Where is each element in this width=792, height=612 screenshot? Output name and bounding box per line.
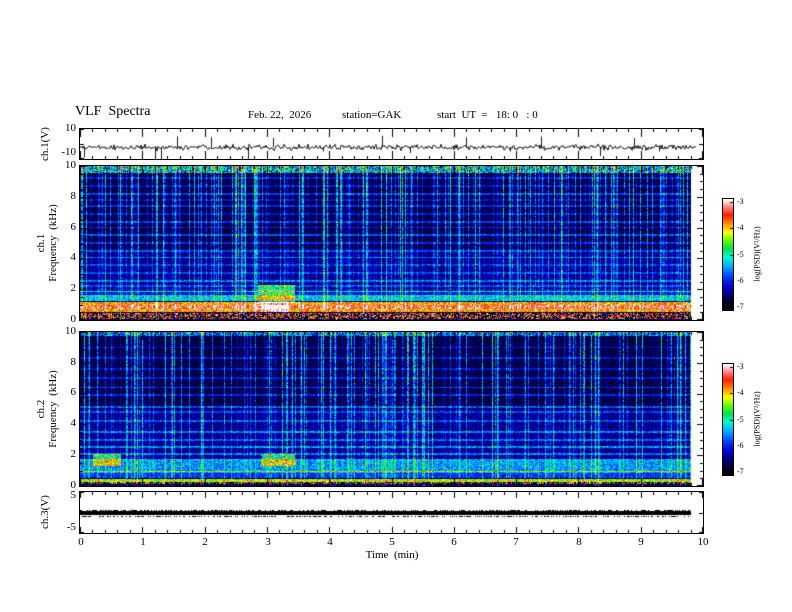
ch3-waveform-panel bbox=[79, 491, 704, 534]
plot-station: station=GAK bbox=[342, 109, 402, 121]
plot-title: VLF Spectra bbox=[75, 104, 151, 119]
ch1-spectrogram-canvas bbox=[80, 166, 703, 320]
cb1-tick-4: -7 bbox=[737, 302, 744, 311]
cb2-tick-3: -6 bbox=[737, 441, 744, 450]
xtick-5: 5 bbox=[389, 536, 395, 548]
colorbar1-canvas bbox=[723, 199, 733, 310]
xtick-3: 3 bbox=[265, 536, 271, 548]
colorbar2 bbox=[722, 363, 734, 476]
plot-start-ut: start UT = 18: 0 : 0 bbox=[437, 109, 538, 121]
cb1-tick-3: -6 bbox=[737, 276, 744, 285]
colorbar1 bbox=[722, 198, 734, 311]
spec2-ytick-10: 10 bbox=[65, 325, 76, 337]
xtick-9: 9 bbox=[638, 536, 644, 548]
xtick-6: 6 bbox=[451, 536, 457, 548]
xtick-10: 10 bbox=[697, 536, 709, 548]
ch1-spec-axis-title-line1: ch.1 bbox=[35, 233, 47, 253]
xtick-2: 2 bbox=[202, 536, 208, 548]
ch2-spectrogram-panel bbox=[79, 331, 704, 487]
plot-date: Feb. 22, 2026 bbox=[248, 109, 312, 121]
ch3-waveform-canvas bbox=[80, 492, 703, 533]
ch2-spec-axis-title-line2: Frequency (kHz) bbox=[47, 370, 59, 448]
spec1-ytick-8: 8 bbox=[70, 190, 77, 202]
spec2-ytick-8: 8 bbox=[70, 356, 77, 368]
xtick-0: 0 bbox=[78, 536, 84, 548]
cb2-tick-1: -4 bbox=[737, 388, 744, 397]
time-axis-title: Time (min) bbox=[365, 549, 419, 561]
xtick-8: 8 bbox=[576, 536, 582, 548]
ch1-waveform-panel bbox=[79, 128, 704, 160]
xtick-1: 1 bbox=[140, 536, 146, 548]
vlf-spectra-figure: VLF Spectra Feb. 22, 2026 station=GAK st… bbox=[0, 0, 792, 612]
xtick-7: 7 bbox=[513, 536, 519, 548]
ch1-spec-axis-title-line2: Frequency (kHz) bbox=[47, 204, 59, 282]
colorbar2-label: log(PSD)(V²/Hz) bbox=[752, 391, 762, 447]
cb1-tick-0: -3 bbox=[737, 197, 744, 206]
colorbar2-canvas bbox=[723, 364, 733, 475]
ch1-waveform-canvas bbox=[80, 129, 703, 159]
spec1-ytick-10: 10 bbox=[65, 159, 76, 171]
ch2-spec-axis-title-line1: ch.2 bbox=[35, 399, 47, 419]
xtick-4: 4 bbox=[327, 536, 333, 548]
spec1-ytick-0: 0 bbox=[70, 313, 77, 325]
spec2-ytick-2: 2 bbox=[70, 448, 77, 460]
cb1-tick-1: -4 bbox=[737, 223, 744, 232]
cb2-tick-2: -5 bbox=[737, 415, 744, 424]
ch1-wave-axis-title: ch.1(V) bbox=[39, 127, 51, 161]
ch1-spectrogram-panel bbox=[79, 165, 704, 321]
ch3-axis-title: ch.3(V) bbox=[39, 495, 51, 529]
cb2-tick-4: -7 bbox=[737, 467, 744, 476]
spec1-ytick-2: 2 bbox=[70, 282, 77, 294]
cb2-tick-0: -3 bbox=[737, 362, 744, 371]
cb1-tick-2: -5 bbox=[737, 250, 744, 259]
ch2-spectrogram-canvas bbox=[80, 332, 703, 486]
colorbar1-label: log(PSD)(V²/Hz) bbox=[752, 226, 762, 282]
ch2-spec-axis-title: ch.2 Frequency (kHz) bbox=[35, 370, 59, 448]
ch1-spec-axis-title: ch.1 Frequency (kHz) bbox=[35, 204, 59, 282]
